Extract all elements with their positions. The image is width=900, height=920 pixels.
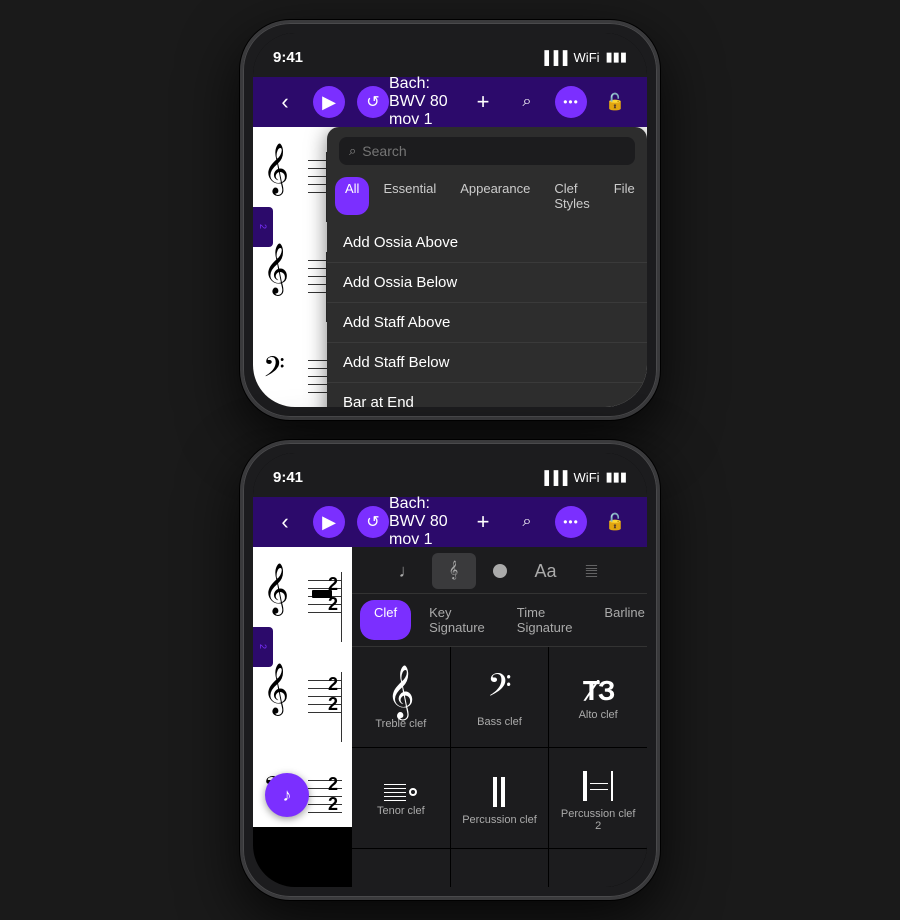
search-button[interactable]: ⌕ (511, 86, 543, 118)
top-phone: 9:41 ▐▐▐ WiFi ▮▮▮ ‹ ▶ ↺ Bach: BWV 80 mov… (240, 20, 660, 420)
lock-button-2[interactable]: 🔓 (599, 506, 631, 538)
more-button-2[interactable]: ••• (555, 506, 587, 538)
score-area: 2 𝄞 22 (253, 127, 647, 407)
bottom-phone: 9:41 ▐▐▐ WiFi ▮▮▮ ‹ ▶ ↺ Bach: BWV 80 mov… (240, 440, 660, 900)
more-button[interactable]: ••• (555, 86, 587, 118)
wifi-icon-2: WiFi (574, 470, 600, 485)
nav-left-2: ‹ ▶ ↺ (269, 506, 389, 538)
clef-tenor[interactable]: Tenor clef (352, 748, 450, 848)
filter-tab-appearance[interactable]: Appearance (450, 177, 540, 215)
clef-treble[interactable]: 𝄞 Treble clef (352, 647, 450, 747)
clef-percussion2[interactable]: Percussion clef 2 (549, 748, 647, 848)
back-button-2[interactable]: ‹ (269, 506, 301, 538)
clef-extra2[interactable] (451, 849, 549, 887)
nav-title-2: Bach: BWV 80 mov 1 (389, 495, 467, 549)
float-button-icon-2: ♪ (283, 785, 292, 806)
status-bar: 9:41 ▐▐▐ WiFi ▮▮▮ (253, 33, 647, 77)
nav-right-2: + ⌕ ••• 🔓 (467, 506, 631, 538)
note-icon: ♩ (399, 561, 417, 582)
bars-icon: 𝄚 (586, 563, 597, 580)
battery-icon-2: ▮▮▮ (606, 469, 627, 485)
status-bar-2: 9:41 ▐▐▐ WiFi ▮▮▮ (253, 453, 647, 497)
panel-tab-key-sig[interactable]: Key Signature (415, 600, 499, 640)
left-tab[interactable]: 2 (253, 207, 273, 247)
menu-item-add-staff-below[interactable]: Add Staff Below (327, 343, 647, 383)
search-box[interactable]: ⌕ (339, 137, 635, 165)
text-icon: Aa (534, 561, 556, 582)
panel-icon-clef[interactable]: 𝄞 (432, 553, 476, 589)
rewind-button[interactable]: ↺ (357, 86, 389, 118)
search-button-2[interactable]: ⌕ (511, 506, 543, 538)
back-button[interactable]: ‹ (269, 86, 301, 118)
lock-button[interactable]: 🔓 (599, 86, 631, 118)
panel-icon-circle[interactable] (478, 553, 522, 589)
status-time-2: 9:41 (273, 469, 303, 486)
panel-icon-note[interactable]: ♩ (386, 553, 430, 589)
nav-left: ‹ ▶ ↺ (269, 86, 389, 118)
wifi-icon: WiFi (574, 50, 600, 65)
nav-bar: ‹ ▶ ↺ Bach: BWV 80 mov 1 + ⌕ ••• 🔓 (253, 77, 647, 127)
dropdown-menu: ⌕ All Essential Appearance Clef Styles F… (327, 127, 647, 407)
tenor-label: Tenor clef (377, 805, 425, 817)
circle-icon (493, 564, 507, 578)
nav-right: + ⌕ ••• 🔓 (467, 86, 631, 118)
clef-icon: 𝄞 (449, 562, 458, 580)
signal-icon: ▐▐▐ (540, 50, 568, 65)
left-tab-label: 2 (258, 224, 268, 229)
status-icons: ▐▐▐ WiFi ▮▮▮ (540, 49, 627, 65)
menu-item-bar-at-end[interactable]: Bar at End (327, 383, 647, 407)
left-tab-2[interactable]: 2 (253, 627, 273, 667)
clef-extra1[interactable]: T (352, 849, 450, 887)
percussion2-label: Percussion clef 2 (557, 808, 639, 832)
filter-tab-clef-styles[interactable]: Clef Styles (544, 177, 599, 215)
play-button[interactable]: ▶ (313, 86, 345, 118)
filter-tab-all[interactable]: All (335, 177, 369, 215)
play-button-2[interactable]: ▶ (313, 506, 345, 538)
clef-bass[interactable]: 𝄢 Bass clef (451, 647, 549, 747)
clef-extra3[interactable] (549, 849, 647, 887)
status-icons-2: ▐▐▐ WiFi ▮▮▮ (540, 469, 627, 485)
menu-item-add-ossia-above[interactable]: Add Ossia Above (327, 223, 647, 263)
filter-tabs: All Essential Appearance Clef Styles Fil… (327, 173, 647, 223)
filter-tab-file[interactable]: File (604, 177, 645, 215)
float-button-2[interactable]: ♪ (265, 773, 309, 817)
add-button-2[interactable]: + (467, 506, 499, 538)
battery-icon: ▮▮▮ (606, 49, 627, 65)
clef-alto[interactable]: ȾЗ Alto clef (549, 647, 647, 747)
status-time: 9:41 (273, 49, 303, 66)
clef-grid: 𝄞 Treble clef 𝄢 Bass clef ȾЗ Alto clef (352, 647, 647, 848)
nav-title: Bach: BWV 80 mov 1 (389, 75, 467, 129)
panel-icon-bars[interactable]: 𝄚 (570, 553, 614, 589)
rewind-button-2[interactable]: ↺ (357, 506, 389, 538)
search-input[interactable] (362, 143, 625, 159)
search-icon: ⌕ (349, 143, 356, 159)
menu-item-add-staff-above[interactable]: Add Staff Above (327, 303, 647, 343)
treble-label: Treble clef (375, 718, 426, 730)
percussion-label: Percussion clef (462, 814, 537, 826)
menu-item-add-ossia-below[interactable]: Add Ossia Below (327, 263, 647, 303)
bass-label: Bass clef (477, 716, 522, 728)
panel-tab-barline[interactable]: Barline (590, 600, 647, 640)
panel-tab-time-sig[interactable]: Time Signature (503, 600, 587, 640)
add-button[interactable]: + (467, 86, 499, 118)
filter-tab-essential[interactable]: Essential (373, 177, 446, 215)
menu-items: Add Ossia Above Add Ossia Below Add Staf… (327, 223, 647, 407)
left-tab-label-2: 2 (258, 644, 268, 649)
clef-percussion[interactable]: Percussion clef (451, 748, 549, 848)
nav-bar-2: ‹ ▶ ↺ Bach: BWV 80 mov 1 + ⌕ ••• 🔓 (253, 497, 647, 547)
signal-icon-2: ▐▐▐ (540, 470, 568, 485)
dropdown-search: ⌕ (327, 127, 647, 173)
panel-tab-clef[interactable]: Clef (360, 600, 411, 640)
panel-icon-text[interactable]: Aa (524, 553, 568, 589)
alto-label: Alto clef (579, 709, 618, 721)
